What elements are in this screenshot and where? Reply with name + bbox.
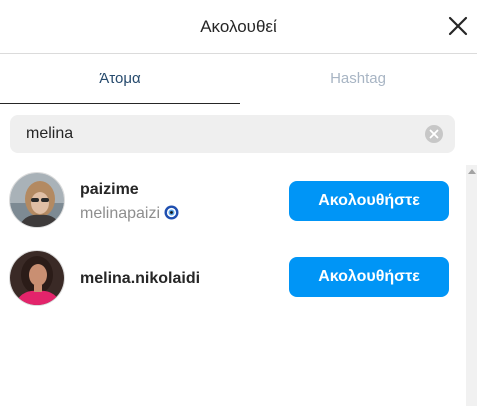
tabs: Άτομα Hashtag [0,54,477,104]
close-icon[interactable] [447,15,469,37]
list-item[interactable]: melina.nikolaidi Ακολουθήστε [0,243,466,307]
username[interactable]: paizime [80,181,139,199]
avatar[interactable] [9,250,65,306]
search-input[interactable] [26,115,406,153]
full-name-text: melinapaizi [80,205,161,222]
scrollbar[interactable] [466,165,477,406]
clear-search-icon[interactable] [425,125,443,143]
full-name: melinapaizi [80,205,179,223]
dialog-header: Ακολουθεί [0,0,477,54]
scroll-up-arrow-icon[interactable] [468,169,476,174]
list-item[interactable]: paizime melinapaizi Ακολουθήστε [0,165,466,229]
follow-button[interactable]: Ακολουθήστε [289,181,449,221]
evil-eye-emoji-icon [164,205,179,220]
dialog-title: Ακολουθεί [200,17,277,36]
username[interactable]: melina.nikolaidi [80,270,200,288]
follow-button[interactable]: Ακολουθήστε [289,257,449,297]
tab-hashtag[interactable]: Hashtag [238,54,477,104]
search-box [10,115,455,153]
avatar[interactable] [9,172,65,228]
scrollbar-track[interactable] [468,179,475,399]
tab-people[interactable]: Άτομα [0,54,240,104]
